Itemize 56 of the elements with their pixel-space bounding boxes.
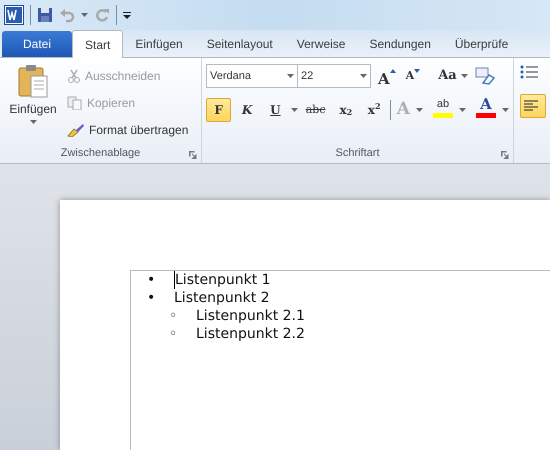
italic-button[interactable]: K	[234, 98, 260, 122]
list-item-text: Listenpunkt 1	[174, 271, 271, 289]
ribbon-tab[interactable]: Verweise	[284, 31, 358, 57]
bullet-mark: •	[147, 289, 156, 307]
strikethrough-button[interactable]: abc	[301, 98, 330, 122]
clear-formatting-icon[interactable]	[474, 67, 495, 85]
ribbon-tab[interactable]: Seitenlayout	[194, 31, 285, 57]
group-title: Zwischenablage	[60, 146, 140, 161]
save-icon[interactable]	[37, 7, 53, 23]
file-tab[interactable]: Datei	[2, 31, 72, 57]
ribbon-tab[interactable]: Überprüfe	[442, 31, 520, 57]
underline-button[interactable]: U	[262, 98, 288, 122]
superscript-button[interactable]: x$^{2}$	[362, 98, 387, 122]
list-item-text: Listenpunkt 2.1	[196, 307, 305, 325]
caret-icon[interactable]	[502, 108, 509, 112]
bold-button[interactable]: F	[206, 98, 232, 122]
caret-icon[interactable]	[360, 74, 367, 78]
caret-icon[interactable]	[81, 13, 88, 17]
word-icon[interactable]	[4, 5, 24, 25]
caret-icon[interactable]	[287, 74, 294, 78]
down-triangle-icon	[414, 68, 420, 74]
paintbrush-icon	[67, 123, 85, 137]
grow-font-button[interactable]: A	[375, 64, 399, 88]
scissors-icon	[67, 69, 81, 83]
caret-icon[interactable]	[460, 74, 468, 78]
customize-icon[interactable]	[123, 11, 131, 19]
bullet-mark: •	[147, 271, 156, 289]
dialog-launcher-icon[interactable]	[189, 151, 197, 159]
font-size-field[interactable]: 22	[297, 64, 371, 88]
list-item-text: Listenpunkt 2.2	[196, 325, 305, 343]
ribbon-tab[interactable]: Start	[72, 30, 124, 58]
copy-icon	[67, 96, 83, 110]
bullet-list-icon[interactable]	[520, 64, 538, 80]
caret-icon[interactable]	[291, 108, 298, 112]
group-title: Schriftart	[335, 146, 380, 161]
font-color-button[interactable]: A	[473, 96, 499, 124]
align-left-icon	[524, 100, 538, 112]
ribbon-tab[interactable]: Sendungen	[357, 31, 443, 57]
dialog-launcher-icon[interactable]	[501, 151, 509, 159]
align-left-button[interactable]	[520, 94, 546, 118]
up-triangle-icon	[390, 68, 396, 74]
clipboard-icon	[18, 64, 48, 98]
highlight-button[interactable]: ab	[430, 96, 456, 124]
caret-icon[interactable]	[459, 108, 466, 112]
bullet-mark: ◦	[169, 325, 178, 343]
shrink-font-button[interactable]: A	[402, 64, 424, 88]
change-case-button[interactable]: Aa	[435, 64, 471, 88]
subscript-button[interactable]: x$_{2}$	[333, 98, 359, 122]
brush-button[interactable]: Format übertragen	[64, 118, 192, 142]
font-family-field[interactable]: Verdana	[206, 64, 298, 88]
paste-button[interactable]: Einfügen	[4, 64, 62, 140]
caret-icon[interactable]	[416, 108, 423, 112]
caret-icon[interactable]	[30, 120, 36, 124]
ribbon-tab[interactable]: Einfügen	[123, 31, 195, 57]
list-item-text: Listenpunkt 2	[174, 289, 270, 307]
bullet-mark: ◦	[169, 307, 178, 325]
